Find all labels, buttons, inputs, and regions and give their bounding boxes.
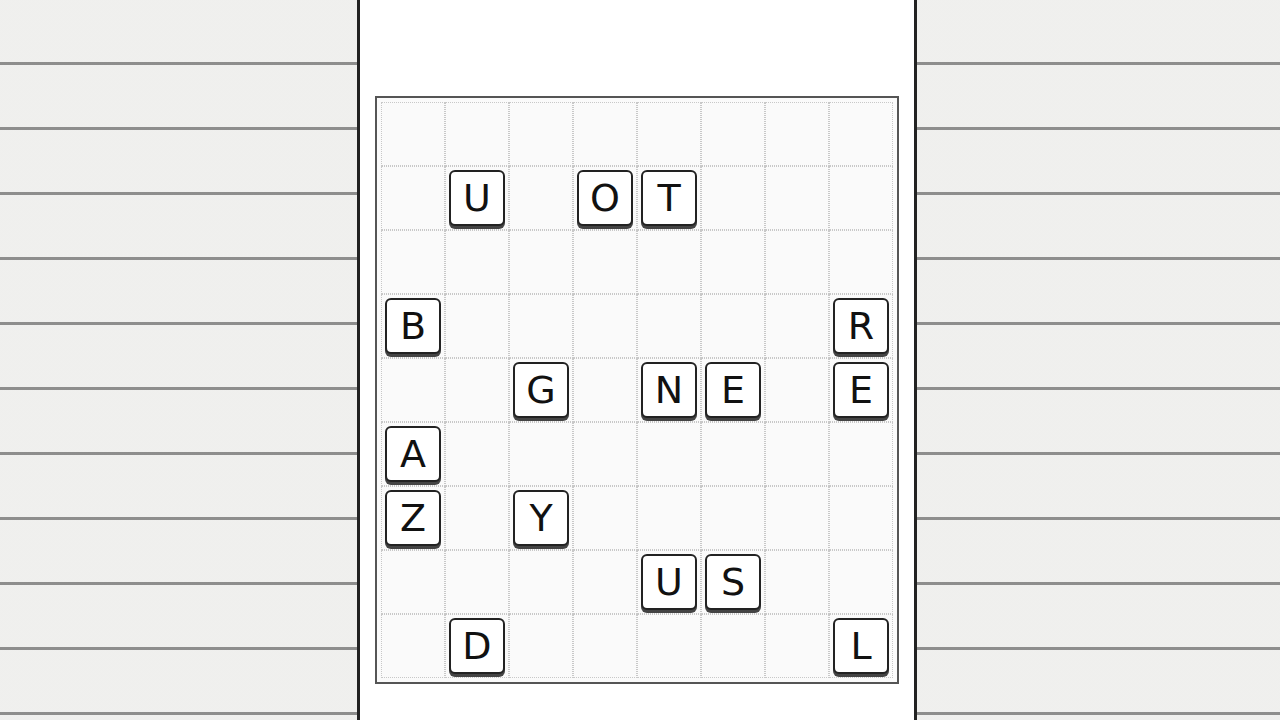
board-cell[interactable] [637, 294, 701, 358]
letter-tile[interactable]: S [705, 554, 761, 610]
board-cell[interactable] [829, 422, 893, 486]
board-cell[interactable] [445, 102, 509, 166]
letter-tile[interactable]: N [641, 362, 697, 418]
board-cell[interactable]: E [829, 358, 893, 422]
letter-tile[interactable]: Y [513, 490, 569, 546]
board-cell[interactable] [509, 166, 573, 230]
board-cell[interactable] [765, 166, 829, 230]
board-cell[interactable] [829, 166, 893, 230]
board-cell[interactable] [509, 294, 573, 358]
board-cell[interactable]: O [573, 166, 637, 230]
letter-tile[interactable]: D [449, 618, 505, 674]
letter-tile[interactable]: B [385, 298, 441, 354]
board-cell[interactable] [509, 614, 573, 678]
board-cell[interactable] [509, 230, 573, 294]
letter-tile[interactable]: E [833, 362, 889, 418]
board-cell[interactable]: Z [381, 486, 445, 550]
board-cell[interactable] [381, 358, 445, 422]
board-cell[interactable] [381, 614, 445, 678]
board-cell[interactable] [637, 422, 701, 486]
board-cell[interactable] [445, 422, 509, 486]
board-cell[interactable] [765, 422, 829, 486]
board-cell[interactable] [701, 102, 765, 166]
board-cell[interactable] [765, 358, 829, 422]
board-cell[interactable] [573, 358, 637, 422]
board-cell[interactable] [573, 294, 637, 358]
board-cell[interactable] [765, 294, 829, 358]
board-cell[interactable] [701, 294, 765, 358]
board-cell[interactable] [573, 486, 637, 550]
board-cell[interactable]: Y [509, 486, 573, 550]
game-board: UOTBRGNEEAZYUSDL [375, 96, 899, 684]
board-cell[interactable]: N [637, 358, 701, 422]
board-cell[interactable]: S [701, 550, 765, 614]
board-cell[interactable] [445, 358, 509, 422]
board-cell[interactable]: L [829, 614, 893, 678]
background-right [917, 0, 1280, 720]
board-cell[interactable] [381, 166, 445, 230]
board-cell[interactable] [701, 166, 765, 230]
board-cell[interactable] [765, 102, 829, 166]
board-cell[interactable] [381, 550, 445, 614]
letter-tile[interactable]: O [577, 170, 633, 226]
board-cell[interactable] [573, 550, 637, 614]
letter-tile[interactable]: Z [385, 490, 441, 546]
letter-tile[interactable]: G [513, 362, 569, 418]
board-cell[interactable] [765, 486, 829, 550]
board-cell[interactable] [573, 422, 637, 486]
board-cell[interactable]: T [637, 166, 701, 230]
letter-tile[interactable]: L [833, 618, 889, 674]
board-cell[interactable] [765, 614, 829, 678]
board-cell[interactable] [445, 230, 509, 294]
board-cell[interactable] [445, 550, 509, 614]
board-cell[interactable] [509, 102, 573, 166]
board-cell[interactable]: B [381, 294, 445, 358]
board-cell[interactable]: G [509, 358, 573, 422]
board-cell[interactable] [381, 230, 445, 294]
board-cell[interactable] [573, 230, 637, 294]
board-cell[interactable] [637, 614, 701, 678]
board-cell[interactable] [701, 614, 765, 678]
letter-tile[interactable]: A [385, 426, 441, 482]
board-cell[interactable] [445, 486, 509, 550]
board-cell[interactable] [637, 486, 701, 550]
board-cell[interactable]: D [445, 614, 509, 678]
letter-tile[interactable]: U [641, 554, 697, 610]
board-cell[interactable] [765, 230, 829, 294]
letter-tile[interactable]: U [449, 170, 505, 226]
board-cell[interactable] [637, 230, 701, 294]
board-cell[interactable] [573, 614, 637, 678]
board-cell[interactable] [829, 230, 893, 294]
board-cell[interactable]: U [445, 166, 509, 230]
board-cell[interactable] [829, 102, 893, 166]
board-cell[interactable] [509, 550, 573, 614]
phone-screen: UOTBRGNEEAZYUSDL [357, 0, 917, 720]
board-cell[interactable]: U [637, 550, 701, 614]
board-cell[interactable]: R [829, 294, 893, 358]
board-cell[interactable] [829, 486, 893, 550]
letter-tile[interactable]: T [641, 170, 697, 226]
letter-tile[interactable]: R [833, 298, 889, 354]
board-cell[interactable] [381, 102, 445, 166]
board-cell[interactable] [701, 422, 765, 486]
board-cell[interactable] [637, 102, 701, 166]
board-cell[interactable] [509, 422, 573, 486]
letter-tile[interactable]: E [705, 362, 761, 418]
board-cell[interactable] [701, 230, 765, 294]
board-cell[interactable] [765, 550, 829, 614]
board-cell[interactable] [701, 486, 765, 550]
board-cell[interactable] [573, 102, 637, 166]
game-scene: UOTBRGNEEAZYUSDL [0, 0, 1280, 720]
board-cell[interactable]: E [701, 358, 765, 422]
board-cell[interactable]: A [381, 422, 445, 486]
board-cell[interactable] [829, 550, 893, 614]
background-left [0, 0, 357, 720]
board-cell[interactable] [445, 294, 509, 358]
